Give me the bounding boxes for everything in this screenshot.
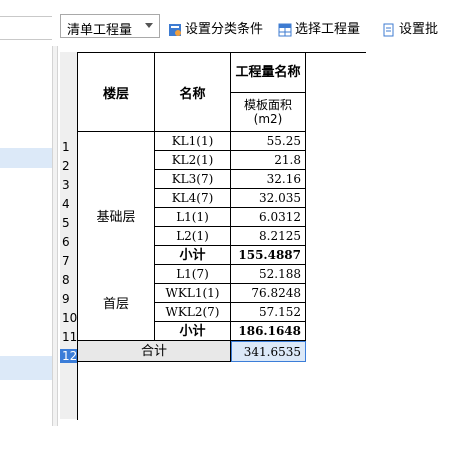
report-grid: 1 2 3 4 5 6 7 8 9 10 11 12 楼层 名称 工程量名称 模… (60, 52, 420, 422)
set-batch-label: 设置批 (399, 22, 439, 37)
left-panel-input[interactable] (0, 16, 52, 40)
filter-settings-icon (169, 23, 181, 36)
left-panel (0, 0, 52, 451)
set-category-label: 设置分类条件 (185, 22, 264, 37)
set-category-button[interactable]: 设置分类条件 (168, 18, 264, 37)
value-cell[interactable]: 32.16 (231, 170, 306, 189)
total-label: 合计 (78, 341, 231, 362)
row-number[interactable]: 6 (62, 235, 77, 249)
row-number[interactable]: 4 (62, 197, 77, 211)
row-number-selected[interactable]: 12 (60, 349, 77, 363)
name-cell[interactable]: KL4(7) (155, 189, 231, 208)
select-quantity-button[interactable]: 选择工程量 (278, 18, 361, 37)
select-quantity-label: 选择工程量 (295, 22, 361, 37)
row-number[interactable]: 2 (62, 159, 77, 173)
value-cell[interactable]: 21.8 (231, 151, 306, 170)
name-cell[interactable]: WKL2(7) (155, 303, 231, 322)
toolbar: 清单工程量 设置分类条件 选择工程量 设置批 (58, 0, 476, 46)
value-cell[interactable]: 52.188 (231, 265, 306, 284)
row-number[interactable]: 11 (62, 330, 77, 344)
row-number[interactable]: 8 (62, 273, 77, 287)
value-cell[interactable]: 8.2125 (231, 227, 306, 246)
quantity-type-dropdown[interactable]: 清单工程量 (60, 14, 160, 38)
value-cell[interactable]: 76.8248 (231, 284, 306, 303)
value-cell[interactable]: 6.0312 (231, 208, 306, 227)
name-cell[interactable]: L2(1) (155, 227, 231, 246)
total-value[interactable]: 341.6535 (231, 341, 306, 362)
dropdown-label: 清单工程量 (67, 23, 133, 38)
subtotal-label: 小计 (155, 322, 231, 341)
header-quantity-title: 工程量名称 (231, 53, 306, 93)
row-number[interactable]: 3 (62, 178, 77, 192)
header-quantity-sub: 模板面积(m2) (231, 93, 306, 132)
row-number[interactable]: 1 (62, 140, 77, 154)
header-name: 名称 (155, 53, 231, 132)
name-cell[interactable]: KL1(1) (155, 132, 231, 151)
subtotal-label: 小计 (155, 246, 231, 265)
chevron-down-icon (145, 23, 153, 28)
row-number-column: 1 2 3 4 5 6 7 8 9 10 11 12 (60, 52, 78, 419)
name-cell[interactable]: KL2(1) (155, 151, 231, 170)
row-number[interactable]: 10 (62, 311, 77, 325)
left-panel-selected-item[interactable] (0, 148, 52, 168)
quantity-table: 楼层 名称 工程量名称 模板面积(m2) 基础层 KL1(1) 55.25 KL… (77, 52, 366, 420)
table-select-icon (278, 23, 292, 36)
value-cell[interactable]: 55.25 (231, 132, 306, 151)
name-cell[interactable]: KL3(7) (155, 170, 231, 189)
left-panel-selected-item-2[interactable] (0, 356, 52, 380)
value-cell[interactable]: 32.035 (231, 189, 306, 208)
value-cell[interactable]: 57.152 (231, 303, 306, 322)
row-number[interactable]: 5 (62, 216, 77, 230)
subtotal-value[interactable]: 186.1648 (231, 322, 306, 341)
name-cell[interactable]: WKL1(1) (155, 284, 231, 303)
row-number[interactable]: 7 (62, 254, 77, 268)
row-number[interactable]: 9 (62, 292, 77, 306)
name-cell[interactable]: L1(7) (155, 265, 231, 284)
name-cell[interactable]: L1(1) (155, 208, 231, 227)
panel-splitter[interactable] (52, 46, 58, 426)
document-settings-icon (383, 23, 394, 36)
header-floor: 楼层 (78, 53, 155, 132)
set-batch-button[interactable]: 设置批 (382, 18, 439, 37)
subtotal-value[interactable]: 155.4887 (231, 246, 306, 265)
floor-cell[interactable]: 首层 (78, 265, 155, 341)
